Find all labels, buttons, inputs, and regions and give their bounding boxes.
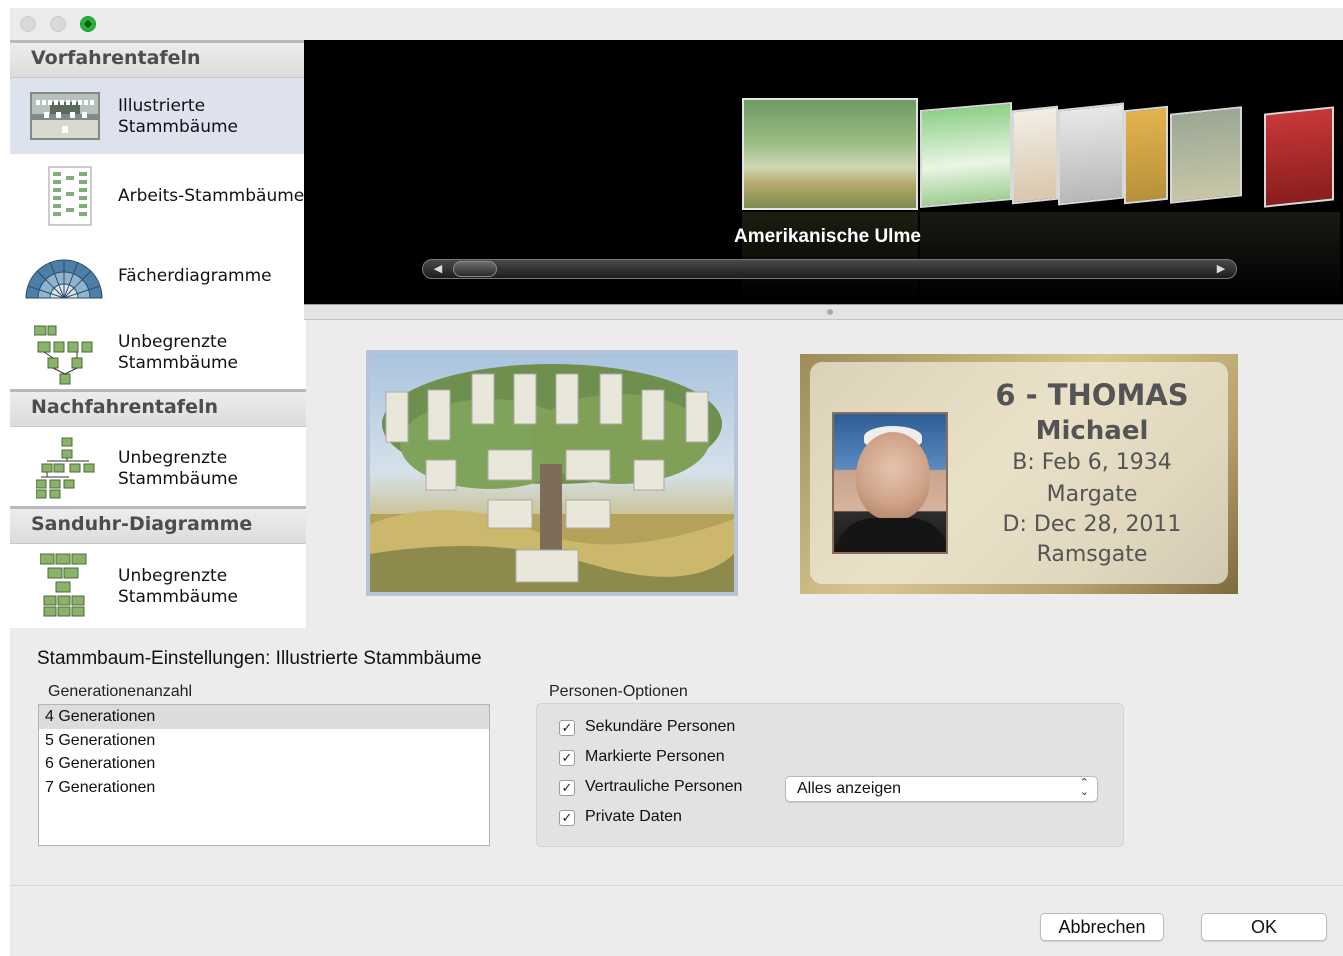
coverflow-item[interactable] <box>1170 106 1242 204</box>
sidebar-item-label: Unbegrenzte Stammbäume <box>118 332 238 373</box>
checkbox-label: Markierte Personen <box>585 748 725 765</box>
list-item[interactable]: 4 Generationen <box>39 705 489 729</box>
preview-area: 6 - THOMAS Michael B: Feb 6, 1934 Margat… <box>306 320 1343 628</box>
generations-label: Generationenanzahl <box>48 683 193 700</box>
split-view-divider[interactable] <box>304 304 1343 320</box>
sidebar-item-descendant-trees[interactable]: Unbegrenzte Stammbäume <box>10 430 306 506</box>
coverflow-scrollbar[interactable]: ◀ ▶ <box>422 259 1237 279</box>
footer-separator <box>10 885 1343 886</box>
coverflow-item[interactable] <box>1012 105 1058 205</box>
unlimited-tree-icon <box>34 325 93 385</box>
zoom-window-button[interactable] <box>80 16 96 32</box>
checkmark-icon[interactable]: ✓ <box>559 780 575 796</box>
sidebar-item-label: Unbegrenzte Stammbäume <box>118 448 238 489</box>
sidebar-item-unlimited-ancestor-trees[interactable]: Unbegrenzte Stammbäume <box>10 314 306 390</box>
section-header-descendants: Nachfahrentafeln <box>10 389 306 427</box>
sidebar-item-label: Fächerdiagramme <box>118 266 272 286</box>
checkbox-label: Sekundäre Personen <box>585 718 736 735</box>
chart-preview-thumbnail <box>366 350 738 596</box>
section-header-ancestors: Vorfahrentafeln <box>10 40 306 78</box>
sidebar-item-label: Unbegrenzte Stammbäume <box>118 566 238 607</box>
coverflow-reflection <box>920 212 1340 300</box>
ok-button[interactable]: OK <box>1201 913 1327 941</box>
checkbox-label: Vertrauliche Personen <box>585 778 743 795</box>
confidential-display-select[interactable]: Alles anzeigen ⌃ ⌄ <box>785 776 1098 802</box>
minimize-window-button[interactable] <box>50 16 66 32</box>
sidebar-item-illustrated-trees[interactable]: Illustrierte Stammbäume <box>10 78 306 154</box>
fan-chart-icon <box>25 259 103 299</box>
person-number-surname: 6 - THOMAS <box>995 378 1189 412</box>
checkbox-label: Private Daten <box>585 808 682 825</box>
sidebar-item-label: Illustrierte Stammbäume <box>118 96 238 137</box>
chart-type-sidebar: Vorfahrentafeln Illustrierte Stammbäume <box>10 40 306 628</box>
cancel-button[interactable]: Abbrechen <box>1040 913 1164 941</box>
descendant-tree-icon <box>36 437 95 499</box>
scroll-right-arrow-icon[interactable]: ▶ <box>1206 262 1236 276</box>
close-window-button[interactable] <box>20 16 36 32</box>
working-tree-icon <box>48 166 92 226</box>
style-coverflow[interactable]: Amerikanische Ulme ◀ ▶ <box>304 40 1343 304</box>
death-date: D: Dec 28, 2011 <box>1002 512 1182 537</box>
coverflow-item[interactable] <box>1058 102 1124 206</box>
birth-date: B: Feb 6, 1934 <box>1012 450 1172 475</box>
sidebar-item-working-trees[interactable]: Arbeits-Stammbäume <box>10 158 306 234</box>
tree-illustration <box>370 364 734 592</box>
coverflow-scroll-thumb[interactable] <box>453 261 497 277</box>
divider-grip-icon <box>827 309 833 315</box>
person-detail-card: 6 - THOMAS Michael B: Feb 6, 1934 Margat… <box>800 354 1238 594</box>
section-header-hourglass: Sanduhr-Diagramme <box>10 506 306 544</box>
sidebar-item-hourglass-trees[interactable]: Unbegrenzte Stammbäume <box>10 546 306 622</box>
sidebar-item-fan-charts[interactable]: Fächerdiagramme <box>10 236 306 312</box>
person-card-panel: 6 - THOMAS Michael B: Feb 6, 1934 Margat… <box>810 362 1228 584</box>
hourglass-tree-icon <box>40 553 87 617</box>
checkmark-icon[interactable]: ✓ <box>559 750 575 766</box>
person-photo <box>832 412 948 554</box>
title-bar <box>10 8 1343 40</box>
death-place: Ramsgate <box>1036 542 1148 567</box>
list-item[interactable]: 6 Generationen <box>39 752 489 776</box>
checkmark-icon[interactable]: ✓ <box>559 810 575 826</box>
birth-place: Margate <box>1046 482 1138 507</box>
select-arrows-icon: ⌃ ⌄ <box>1079 777 1089 798</box>
coverflow-item[interactable] <box>1264 106 1334 208</box>
person-given-name: Michael <box>1035 416 1149 446</box>
list-item[interactable]: 7 Generationen <box>39 776 489 800</box>
scroll-left-arrow-icon[interactable]: ◀ <box>423 262 453 276</box>
person-options-box: ✓ Sekundäre Personen ✓ Markierte Persone… <box>536 703 1124 847</box>
coverflow-item-american-elm[interactable] <box>742 98 918 210</box>
generations-list[interactable]: 4 Generationen 5 Generationen 6 Generati… <box>38 704 490 846</box>
person-options-label: Personen-Optionen <box>549 683 688 700</box>
coverflow-item[interactable] <box>1124 105 1168 205</box>
coverflow-caption: Amerikanische Ulme <box>734 226 921 247</box>
chart-options-window: Vorfahrentafeln Illustrierte Stammbäume <box>10 8 1343 956</box>
list-item[interactable]: 5 Generationen <box>39 729 489 753</box>
sidebar-item-label: Arbeits-Stammbäume <box>118 186 305 206</box>
checkmark-icon[interactable]: ✓ <box>559 720 575 736</box>
illustrated-tree-icon <box>30 92 100 140</box>
coverflow-item[interactable] <box>920 101 1012 209</box>
settings-title: Stammbaum-Einstellungen: Illustrierte St… <box>37 648 482 669</box>
select-value: Alles anzeigen <box>797 780 902 797</box>
